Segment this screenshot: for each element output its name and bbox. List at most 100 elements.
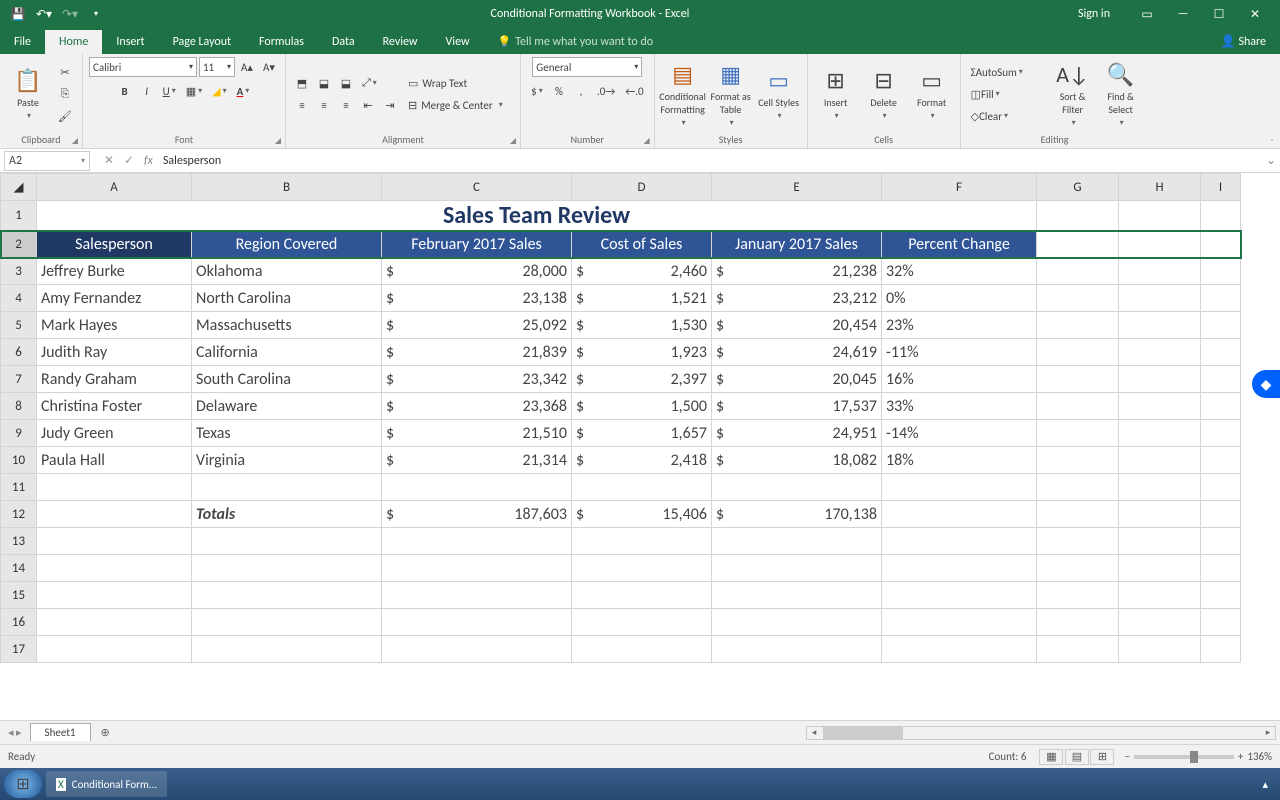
undo-icon[interactable]: ↶▾ [34,7,54,22]
share-button[interactable]: 👤 Share [1207,29,1280,54]
font-name-select[interactable]: Calibri▾ [89,57,197,77]
underline-button[interactable]: U [159,81,180,101]
format-painter-button[interactable] [54,106,76,126]
italic-button[interactable]: I [137,81,157,101]
tab-view[interactable]: View [432,30,484,54]
align-middle-button[interactable]: ⬓ [314,73,334,93]
clear-button[interactable]: ◇ Clear [967,106,1047,126]
cell-pct[interactable]: -11% [882,339,1037,366]
col-C[interactable]: C [382,174,572,201]
cell-name[interactable]: Randy Graham [37,366,192,393]
row-16[interactable]: 16 [1,609,37,636]
cell-pct[interactable]: 16% [882,366,1037,393]
cell-pct[interactable]: -14% [882,420,1037,447]
row-7[interactable]: 7 [1,366,37,393]
taskbar-excel[interactable]: XConditional Form... [46,771,167,797]
paste-button[interactable]: Paste [6,62,50,126]
horizontal-scrollbar[interactable]: ◂▸ [806,726,1276,740]
zoom-slider[interactable] [1134,755,1234,759]
cell-cost[interactable]: $1,657 [572,420,712,447]
totals-feb[interactable]: $187,603 [382,501,572,528]
cell-feb[interactable]: $21,314 [382,447,572,474]
cell-feb[interactable]: $28,000 [382,258,572,285]
close-icon[interactable]: ✕ [1242,7,1268,22]
autosum-button[interactable]: AutoSum [967,62,1047,82]
font-color-button[interactable] [233,81,254,101]
col-H[interactable]: H [1119,174,1201,201]
sheet-tab-1[interactable]: Sheet1 [30,723,91,741]
align-bottom-button[interactable]: ⬓ [336,73,356,93]
row-8[interactable]: 8 [1,393,37,420]
row-10[interactable]: 10 [1,447,37,474]
cell-feb[interactable]: $25,092 [382,312,572,339]
cell-pct[interactable]: 32% [882,258,1037,285]
collapse-ribbon-icon[interactable]: ˆ [1270,136,1274,149]
cell-cost[interactable]: $2,397 [572,366,712,393]
row-1[interactable]: 1 [1,201,37,231]
cell-F2[interactable]: Percent Change [882,231,1037,258]
tab-page-layout[interactable]: Page Layout [159,30,245,54]
format-as-table-button[interactable]: Format as Table [709,62,753,126]
view-layout-button[interactable]: ▤ [1065,749,1089,765]
comma-button[interactable]: , [571,81,591,101]
formula-input[interactable]: Salesperson [159,154,1262,168]
sort-filter-button[interactable]: Sort & Filter [1051,62,1095,126]
bold-button[interactable]: B [115,81,135,101]
row-14[interactable]: 14 [1,555,37,582]
expand-formula-icon[interactable]: ⌄ [1262,153,1280,168]
dropbox-icon[interactable]: ◆ [1252,370,1280,398]
totals-cost[interactable]: $15,406 [572,501,712,528]
start-button[interactable]: ⊞ [4,770,42,798]
worksheet-grid[interactable]: ◢ A B C D E F G H I 1 Sales Team Review … [0,173,1280,720]
select-all[interactable]: ◢ [1,174,37,201]
merge-center-button[interactable]: ⊟ Merge & Center [404,95,514,115]
accounting-button[interactable]: $ [527,81,547,101]
enter-formula-icon[interactable]: ✓ [122,153,136,168]
fill-button[interactable]: ◫ Fill [967,84,1047,104]
tab-formulas[interactable]: Formulas [245,30,318,54]
maximize-icon[interactable]: ☐ [1206,7,1232,22]
cell-jan[interactable]: $24,951 [712,420,882,447]
cell-D2[interactable]: Cost of Sales [572,231,712,258]
cell-name[interactable]: Judy Green [37,420,192,447]
row-12[interactable]: 12 [1,501,37,528]
row-6[interactable]: 6 [1,339,37,366]
align-center-button[interactable]: ≡ [314,95,334,115]
orientation-button[interactable]: ⤢ [358,73,381,93]
border-button[interactable] [182,81,206,101]
cell-styles-button[interactable]: Cell Styles [757,62,801,126]
cell-name[interactable]: Paula Hall [37,447,192,474]
row-17[interactable]: 17 [1,636,37,663]
cell-pct[interactable]: 18% [882,447,1037,474]
cell-cost[interactable]: $1,521 [572,285,712,312]
cell-A2[interactable]: Salesperson [37,231,192,258]
ribbon-options-icon[interactable]: ▭ [1134,7,1160,22]
tab-home[interactable]: Home [45,30,102,54]
delete-cells-button[interactable]: Delete [862,62,906,126]
cell-cost[interactable]: $1,500 [572,393,712,420]
redo-icon[interactable]: ↷▾ [60,7,80,22]
cell-jan[interactable]: $17,537 [712,393,882,420]
col-E[interactable]: E [712,174,882,201]
cell-region[interactable]: Virginia [192,447,382,474]
zoom-out-button[interactable]: − [1124,750,1129,763]
cell-cost[interactable]: $1,923 [572,339,712,366]
cell-region[interactable]: North Carolina [192,285,382,312]
cell-region[interactable]: California [192,339,382,366]
clipboard-launcher[interactable]: ◢ [72,136,78,146]
row-5[interactable]: 5 [1,312,37,339]
cell-name[interactable]: Amy Fernandez [37,285,192,312]
row-11[interactable]: 11 [1,474,37,501]
find-select-button[interactable]: Find & Select [1099,62,1143,126]
cell-feb[interactable]: $23,368 [382,393,572,420]
title-cell[interactable]: Sales Team Review [37,201,1037,231]
increase-decimal-button[interactable]: .0→ [593,81,619,101]
conditional-formatting-button[interactable]: Conditional Formatting [661,62,705,126]
sheet-nav[interactable]: ◂ ▸ [0,726,30,739]
fill-color-button[interactable] [208,81,230,101]
zoom-in-button[interactable]: + [1238,750,1243,763]
cancel-formula-icon[interactable]: ✕ [102,153,116,168]
cell-feb[interactable]: $23,342 [382,366,572,393]
tab-data[interactable]: Data [318,30,369,54]
cell-feb[interactable]: $21,510 [382,420,572,447]
